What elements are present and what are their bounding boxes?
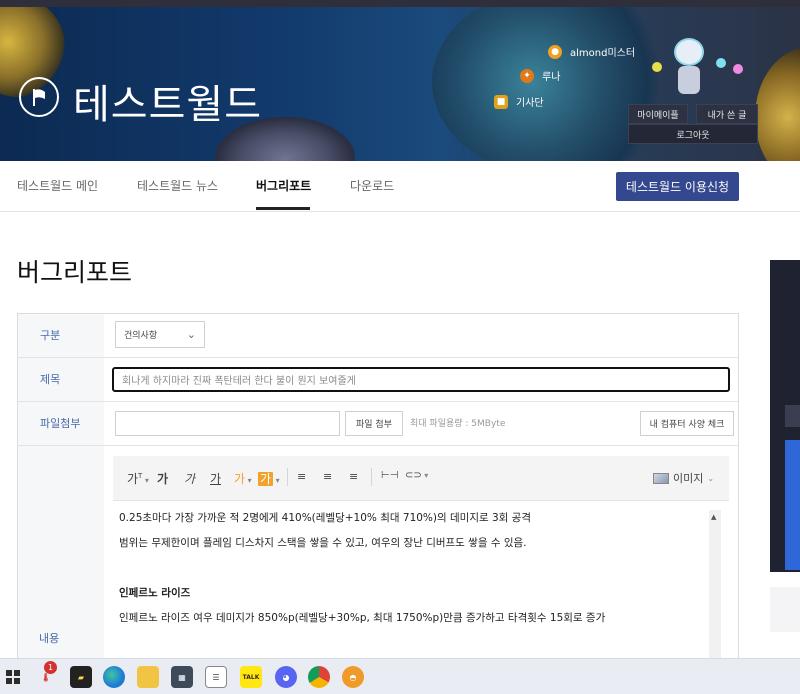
sparkle-decoration [716,58,726,68]
row-divider [18,401,738,402]
subject-label: 제목 [18,358,104,401]
apply-button[interactable]: 테스트월드 이용신청 [616,172,739,201]
category-label: 구분 [18,314,104,357]
guild-icon: ■ [494,94,508,109]
edge-browser-icon[interactable] [103,666,125,688]
notepad-icon[interactable]: ☰ [205,666,227,688]
user-job: 루나 [542,72,561,83]
editor-toolbar: 가T ▾ 가 가 가 가 ▾ 가 ▾ ≡ ≡ ≡ ⊢⊣ ⊂⊃ ▾ 이미지 ⌄ [113,456,729,501]
content-label: 내용 [39,632,60,645]
job-icon: ✦ [520,68,534,83]
insert-image-button[interactable]: 이미지 ⌄ [653,470,714,486]
browser-edge [0,0,800,7]
maplestory-icon[interactable]: ◓ [342,666,364,688]
row-divider [18,357,738,358]
highlight-button[interactable]: 가 ▾ [258,470,280,487]
banner-decoration-planet [755,47,800,161]
toolbar-divider [371,468,372,486]
editor-line: 범위는 무제한이며 플레임 디스차지 스택을 쌓을 수 있고, 여우의 장난 디… [119,537,527,549]
nav-active-indicator [256,207,310,210]
category-select-value: 건의사항 [124,331,158,341]
image-icon [653,472,669,484]
editor-content[interactable]: 0.25초마다 가장 가까운 적 2명에게 410%(레벨당+10% 최대 71… [113,506,710,656]
user-job-line: ✦ 루나 [520,68,560,83]
nav-item-main[interactable]: 테스트월드 메인 [17,161,98,212]
editor-line [119,556,710,581]
nav-item-bugreport[interactable]: 버그리포트 [256,161,311,212]
font-size-button[interactable]: 가T ▾ [127,470,149,487]
category-select[interactable]: 건의사항 ⌄ [115,321,205,348]
horizontal-rule-icon[interactable]: ⊢⊣ [381,470,398,481]
character-avatar [668,38,710,96]
logout-button[interactable]: 로그아웃 [628,124,758,144]
site-title[interactable]: 테스트월드 [73,72,262,130]
max-size-note: 최대 파일용량 : 5MByte [410,419,506,429]
align-left-icon[interactable]: ≡ [297,470,306,483]
bold-button[interactable]: 가 [157,470,168,487]
editor-line: 인페르노 라이즈 여우 데미지가 850%p(레벨당+30%p, 최대 1750… [119,612,606,624]
user-name: almond미스터 [570,48,636,59]
editor-scrollbar[interactable]: ▲ [709,510,721,660]
nav-item-news[interactable]: 테스트월드 뉴스 [137,161,218,212]
kakaotalk-icon[interactable]: TALK [240,666,262,688]
file-explorer-icon[interactable] [137,666,159,688]
editor-line: 인페르노 라이즈 [119,587,191,599]
side-banner[interactable] [770,260,800,572]
file-path-input[interactable] [115,411,340,436]
mypage-button[interactable]: 마이메이플 [628,104,688,124]
text-color-button[interactable]: 가 ▾ [234,470,252,487]
chevron-down-icon: ⌄ [186,328,196,341]
editor-line: 0.25초마다 가장 가까운 적 2명에게 410%(레벨당+10% 최대 71… [119,512,531,524]
attach-file-button[interactable]: 파일 첨부 [345,411,403,436]
calculator-icon[interactable]: ▦ [171,666,193,688]
notification-badge: 1 [44,661,57,674]
my-posts-button[interactable]: 내가 쓴 글 [696,104,758,124]
sparkle-decoration [652,62,662,72]
os-taskbar: 🌡 ▰ ▦ ☰ TALK ◕ ◓ [0,658,800,694]
user-icon: ● [548,44,562,59]
windows-start-icon[interactable] [2,666,24,688]
subject-input[interactable]: 회나게 하지마라 진짜 폭탄테러 한다 불이 뭔지 보여줄게 [112,367,730,392]
nav-item-download[interactable]: 다운로드 [350,161,394,212]
side-box [770,587,800,632]
user-name-line: ● almond미스터 [548,44,635,59]
spec-check-button[interactable]: 내 컴퓨터 사양 체크 [640,411,734,436]
align-center-icon[interactable]: ≡ [323,470,332,483]
scroll-up-icon[interactable]: ▲ [711,513,716,521]
italic-button[interactable]: 가 [184,470,195,487]
underline-button[interactable]: 가 [210,470,221,487]
attachment-label: 파일첨부 [18,402,104,445]
sparkle-decoration [733,64,743,74]
sticky-notes-icon[interactable]: ▰ [70,666,92,688]
row-divider [18,445,738,446]
page-title: 버그리포트 [17,258,133,287]
align-right-icon[interactable]: ≡ [349,470,358,483]
screen: 테스트월드 ● almond미스터 ✦ 루나 ■ 기사단 마이메이플 내가 쓴 … [0,0,800,694]
link-icon[interactable]: ⊂⊃ ▾ [405,470,428,481]
content-label-cell [18,446,104,664]
flag-logo-icon[interactable] [19,77,59,117]
user-guild: 기사단 [516,98,544,109]
discord-icon[interactable]: ◕ [275,666,297,688]
chrome-browser-icon[interactable] [308,666,330,688]
user-guild-line: ■ 기사단 [494,94,544,109]
toolbar-divider [287,468,288,486]
